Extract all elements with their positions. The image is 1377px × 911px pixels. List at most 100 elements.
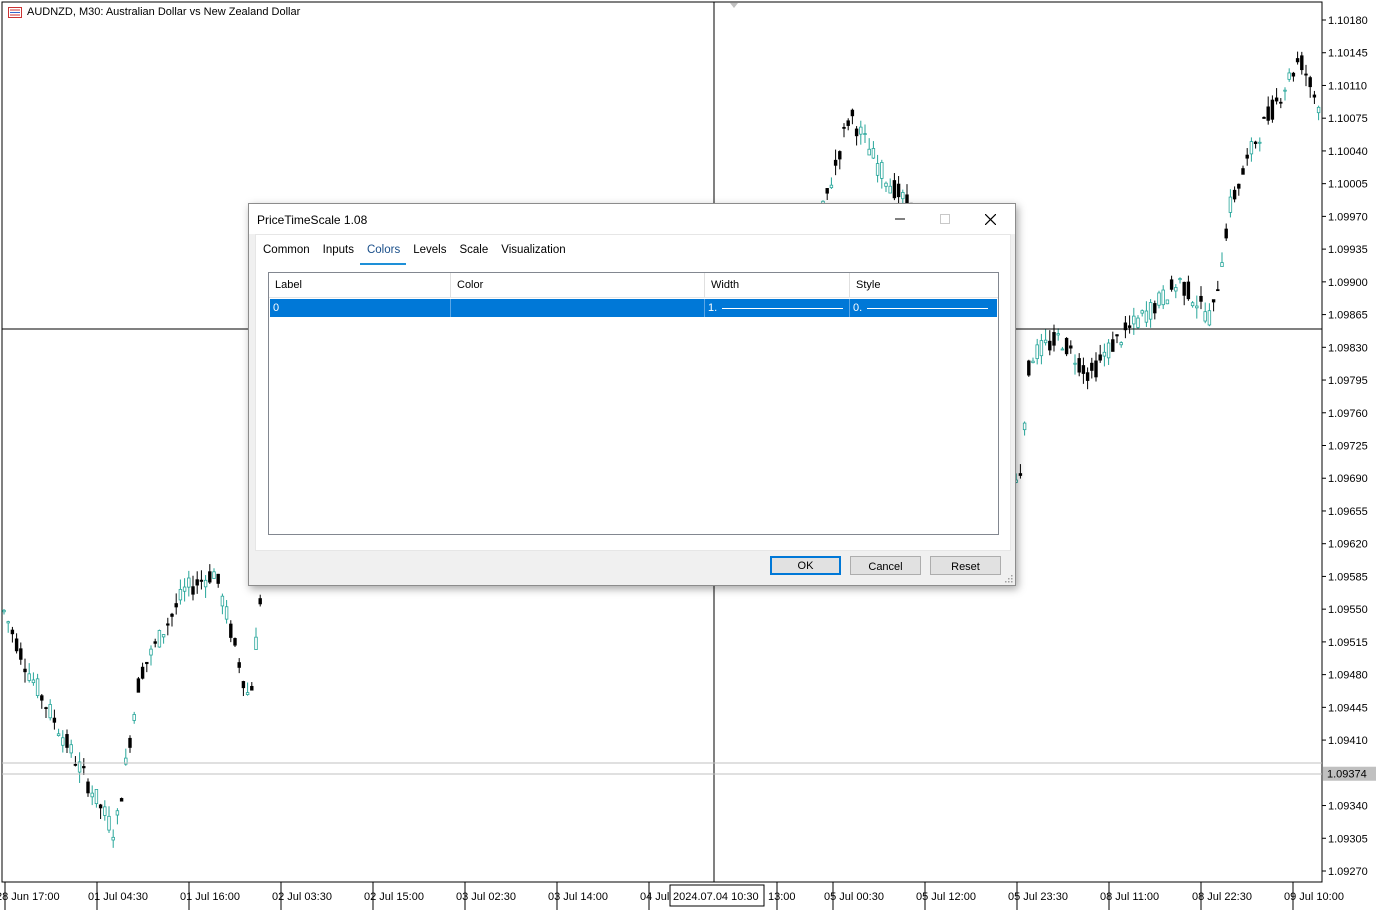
price-axis-label: 1.09515 <box>1328 637 1368 649</box>
width-line-sample <box>722 308 843 309</box>
candle-body <box>1136 317 1140 328</box>
candle-body <box>140 666 145 679</box>
column-header-label[interactable]: Label <box>269 273 451 297</box>
candle-body <box>1157 292 1161 306</box>
candle-body <box>2 609 6 613</box>
cell-width[interactable]: 1. <box>705 299 850 317</box>
candle-body <box>1056 333 1060 336</box>
tab-levels[interactable]: Levels <box>406 241 452 263</box>
candle-body <box>1035 344 1039 360</box>
price-axis-label: 1.09935 <box>1328 244 1368 256</box>
indicator-properties-dialog: PriceTimeScale 1.08 Common Inputs Colors… <box>248 203 1016 586</box>
candle-body <box>115 810 120 816</box>
candle-body <box>1262 116 1266 119</box>
reset-button[interactable]: Reset <box>930 556 1001 575</box>
candle-body <box>1224 228 1228 239</box>
candle-body <box>90 792 94 798</box>
tab-inputs[interactable]: Inputs <box>316 241 360 263</box>
candle-body <box>1060 348 1065 351</box>
crosshair-time-label: 2024.07.04 10:30 <box>673 891 759 903</box>
candle-body <box>170 613 174 617</box>
candle-body <box>1018 473 1023 476</box>
time-axis-label: 01 Jul 04:30 <box>88 891 148 903</box>
candle-body <box>149 648 153 656</box>
price-axis-label: 1.09620 <box>1328 539 1368 551</box>
candle-body <box>216 573 220 584</box>
cell-label[interactable]: 0 <box>270 299 451 317</box>
time-axis-label: 03 Jul 02:30 <box>456 891 516 903</box>
tab-colors[interactable]: Colors <box>359 241 407 265</box>
candle-body <box>1279 101 1283 104</box>
column-header-style[interactable]: Style <box>850 273 998 297</box>
candle-body <box>1153 303 1157 314</box>
candle-body <box>61 737 65 746</box>
candle-body <box>35 678 40 697</box>
price-axis-label: 1.09795 <box>1328 375 1368 387</box>
candle-body <box>1022 422 1027 431</box>
close-icon[interactable] <box>968 204 1013 234</box>
price-axis-label: 1.10145 <box>1328 48 1368 60</box>
candle-body <box>829 184 834 189</box>
candle-body <box>166 623 170 626</box>
candle-body <box>187 577 191 588</box>
resize-grip-icon[interactable] <box>1003 573 1013 583</box>
period-separator-marker <box>730 3 738 8</box>
cancel-button[interactable]: Cancel <box>850 556 921 575</box>
dialog-titlebar[interactable]: PriceTimeScale 1.08 <box>249 204 1015 234</box>
candle-body <box>1207 310 1212 326</box>
time-axis-label: 05 Jul 23:30 <box>1008 891 1068 903</box>
candle-body <box>119 798 124 802</box>
candle-body <box>27 673 31 681</box>
candle-body <box>1253 141 1258 144</box>
style-value: 0. <box>853 302 863 314</box>
candle-body <box>1266 106 1270 121</box>
ok-button[interactable]: OK <box>770 556 841 575</box>
colors-grid[interactable]: Label Color Width Style 0 1. 0. <box>268 272 999 535</box>
tab-visualization[interactable]: Visualization <box>494 241 571 263</box>
candle-body <box>1031 360 1035 364</box>
candle-body <box>19 648 23 660</box>
price-axis-label: 1.10005 <box>1328 179 1368 191</box>
candle-body <box>111 836 115 841</box>
candle-body <box>23 668 27 673</box>
price-axis-label: 1.09445 <box>1328 702 1368 714</box>
candle-body <box>892 180 897 199</box>
candle-body <box>1144 310 1149 323</box>
cell-style[interactable]: 0. <box>850 299 997 317</box>
price-axis-label: 1.10075 <box>1328 113 1368 125</box>
candle-body <box>1274 97 1279 102</box>
candle-body <box>1237 183 1241 189</box>
candle-body <box>208 571 212 583</box>
tab-common[interactable]: Common <box>256 241 316 263</box>
column-header-color[interactable]: Color <box>451 273 705 297</box>
candle-body <box>833 159 838 166</box>
price-axis-label: 1.09480 <box>1328 670 1368 682</box>
tab-scale[interactable]: Scale <box>452 241 494 263</box>
candle-body <box>1308 77 1312 88</box>
candle-body <box>40 695 44 701</box>
minimize-icon[interactable] <box>877 204 922 234</box>
candle-body <box>1165 299 1170 305</box>
candle-body <box>1132 315 1136 325</box>
candle-body <box>1211 299 1216 303</box>
time-axis-label: 08 Jul 11:00 <box>1100 891 1159 903</box>
style-line-sample <box>867 308 988 309</box>
price-axis-label: 1.09550 <box>1328 604 1368 616</box>
symbol-window-icon <box>8 6 22 18</box>
candle-body <box>94 789 99 805</box>
price-axis-label: 1.09760 <box>1328 408 1368 420</box>
price-axis-label: 1.10180 <box>1328 15 1368 27</box>
candle-body <box>161 634 166 638</box>
candle-body <box>1048 340 1052 351</box>
candle-body <box>195 579 199 586</box>
candle-body <box>1027 360 1031 376</box>
column-header-width[interactable]: Width <box>705 273 850 297</box>
table-row[interactable]: 0 1. 0. <box>270 299 997 317</box>
candle-body <box>1119 342 1123 346</box>
price-axis-label: 1.10110 <box>1328 80 1367 92</box>
candle-body <box>854 128 859 137</box>
cell-color[interactable] <box>451 299 705 317</box>
candle-body <box>199 579 204 582</box>
candle-body <box>901 192 905 200</box>
candle-body <box>1316 106 1321 114</box>
